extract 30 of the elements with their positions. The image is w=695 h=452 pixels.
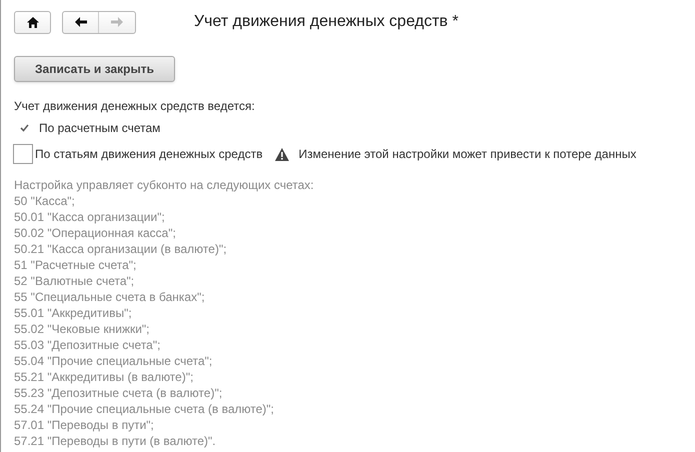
account-line: 55.03 "Депозитные счета"; [14, 337, 160, 353]
info-heading: Настройка управляет субконто на следующих счетах: [14, 177, 315, 193]
account-line: 55.01 "Аккредитивы"; [14, 305, 132, 321]
checkbox[interactable] [13, 144, 33, 164]
account-line: 50.01 "Касса организации"; [14, 209, 165, 225]
home-button[interactable] [14, 10, 51, 34]
account-line: 50 "Касса"; [14, 193, 75, 209]
home-icon [26, 16, 38, 28]
warning-icon [274, 148, 289, 160]
account-line: 55.21 "Аккредитивы (в валюте)"; [14, 369, 194, 385]
left-arrow-icon [74, 17, 86, 27]
account-line: 57.21 "Переводы в пути (в валюте)". [14, 433, 216, 449]
account-line: 55.24 "Прочие специальные счета (в валюте)"; [14, 401, 274, 417]
account-line: 55.23 "Депозитные счета (в валюте)"; [14, 385, 222, 401]
account-line: 50.02 "Операционная касса"; [14, 225, 176, 241]
right-arrow-icon [111, 17, 123, 27]
account-line: 55.02 "Чековые книжки"; [14, 321, 150, 337]
account-line: 52 "Валютные счета"; [14, 273, 134, 289]
section-label: Учет движения денежных средств ведется: [14, 98, 256, 114]
option-label: По расчетным счетам [39, 120, 160, 136]
account-line: 51 "Расчетные счета"; [14, 257, 136, 273]
warning-text: Изменение этой настройки может привести к потере данных [298, 146, 636, 162]
account-line: 55.04 "Прочие специальные счета"; [14, 353, 212, 369]
account-line: 50.21 "Касса организации (в валюте)"; [14, 241, 227, 257]
checkmark-icon[interactable] [20, 124, 29, 132]
account-line: 55 "Специальные счета в банках"; [14, 289, 205, 305]
option-label: По статьям движения денежных средств [35, 146, 263, 162]
account-line: 57.01 "Переводы в пути"; [14, 417, 154, 433]
window-title: Учет движения денежных средств * [194, 12, 458, 32]
save-and-close-button[interactable]: Записать и закрыть [14, 56, 175, 82]
